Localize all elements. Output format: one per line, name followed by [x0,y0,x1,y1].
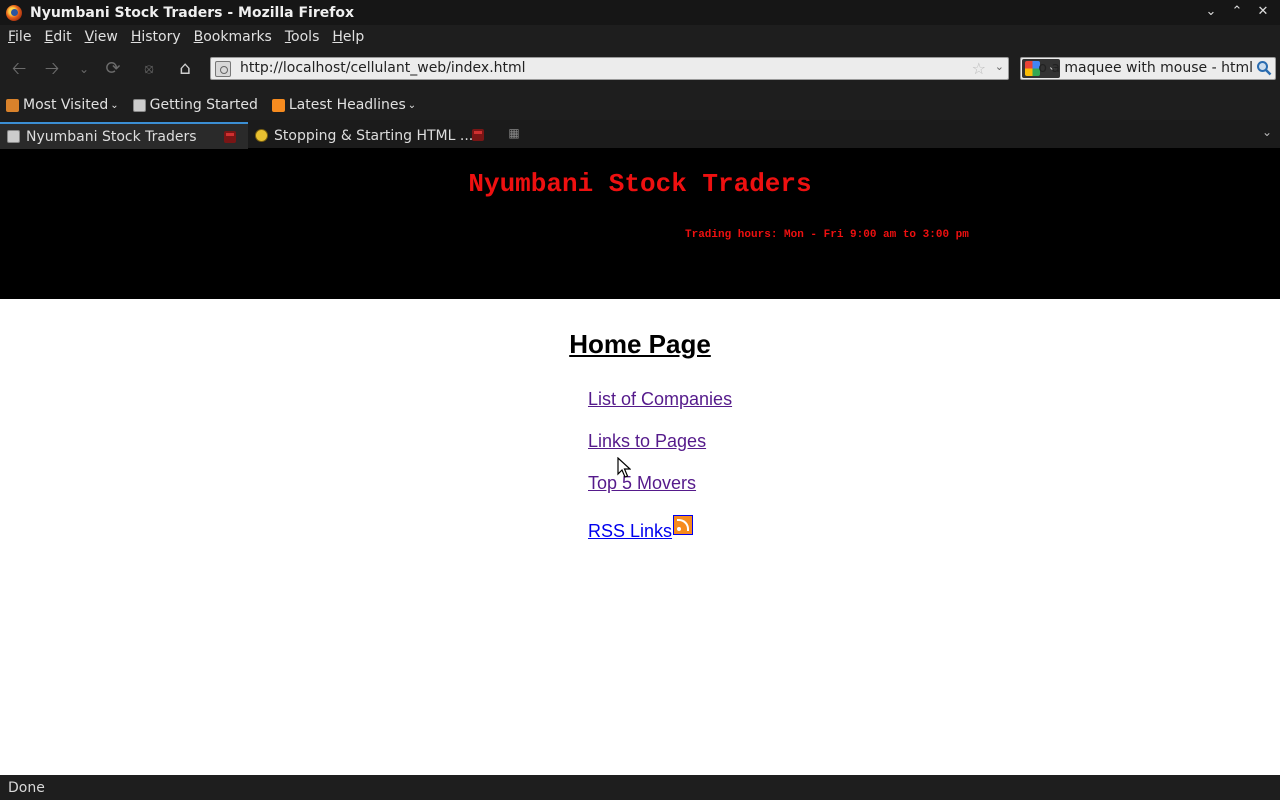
folder-rss-icon [6,98,19,112]
trading-hours-marquee: Trading hours: Mon - Fri 9:00 am to 3:00… [685,229,969,241]
menu-tools[interactable]: Tools [285,29,320,45]
history-dropdown-icon[interactable]: ⌄ [72,58,96,80]
minimize-button[interactable]: ⌄ [1198,2,1224,22]
reload-icon[interactable]: ⟳ [101,58,125,80]
tab-list-icon[interactable]: ⌄ [1262,125,1272,139]
back-icon[interactable]: 🡠 [7,58,31,80]
nav-links: List of Companies Links to Pages Top 5 M… [588,389,732,557]
bookmark-latest-headlines[interactable]: Latest Headlines ⌄ [271,97,417,113]
status-text: Done [8,779,45,796]
menu-history[interactable]: History [131,29,181,45]
chevron-down-icon: ⌄ [110,99,119,111]
tab-nyumbani-stock-traders[interactable]: Nyumbani Stock Traders [0,122,248,149]
rss-icon [271,98,285,112]
site-banner: Nyumbani Stock Traders Trading hours: Mo… [0,149,1280,299]
close-tab-icon[interactable] [472,129,484,141]
bookmark-most-visited[interactable]: Most Visited ⌄ [6,97,119,113]
tab-label: Nyumbani Stock Traders [26,128,197,145]
search-input[interactable]: o a maquee with mouse - html [1038,60,1253,76]
menu-edit[interactable]: Edit [44,29,71,45]
page-icon [7,130,20,143]
site-title: Nyumbani Stock Traders [468,169,812,199]
bookmark-star-icon[interactable]: ☆ [972,59,986,78]
home-icon[interactable]: ⌂ [173,58,197,80]
stop-icon[interactable]: ⦻ [137,58,161,80]
rss-link-label: RSS Links [588,521,673,541]
url-dropdown-icon[interactable]: ⌄ [995,60,1004,73]
bookmarks-toolbar: Most Visited ⌄ Getting Started Latest He… [0,90,1280,120]
new-tab-icon[interactable]: ▦ [508,127,520,139]
menu-file[interactable]: File [8,29,31,45]
search-bar[interactable]: ⌄ o a maquee with mouse - html [1020,57,1276,80]
menu-bar: File Edit View History Bookmarks Tools H… [0,25,1280,48]
maximize-button[interactable]: ⌃ [1224,2,1250,22]
site-favicon-icon [255,129,268,142]
status-bar: Done [0,775,1280,800]
chevron-down-icon: ⌄ [407,99,417,111]
link-rss-links[interactable]: RSS Links [588,515,732,557]
tab-label: Stopping & Starting HTML ... [274,127,474,144]
site-identity-icon[interactable] [215,61,231,77]
menu-view[interactable]: View [85,29,118,45]
link-list-of-companies[interactable]: List of Companies [588,389,732,431]
window-title: Nyumbani Stock Traders - Mozilla Firefox [30,4,354,21]
rss-icon[interactable] [673,515,694,535]
url-text[interactable]: http://localhost/cellulant_web/index.htm… [240,60,526,76]
bookmark-getting-started[interactable]: Getting Started [132,97,258,113]
menu-help[interactable]: Help [332,29,364,45]
close-tab-icon[interactable] [224,131,236,143]
tab-stopping-starting-html[interactable]: Stopping & Starting HTML ... [248,122,496,149]
page-heading: Home Page [569,329,711,359]
menu-bookmarks[interactable]: Bookmarks [194,29,272,45]
forward-icon[interactable]: 🡢 [40,58,64,80]
tab-bar: Nyumbani Stock Traders Stopping & Starti… [0,120,1280,149]
close-button[interactable]: ✕ [1250,2,1276,22]
page-icon [132,98,146,112]
link-links-to-pages[interactable]: Links to Pages [588,431,732,473]
firefox-logo-icon [6,4,22,21]
window-titlebar: Nyumbani Stock Traders - Mozilla Firefox… [0,0,1280,25]
link-top-5-movers[interactable]: Top 5 Movers [588,473,732,515]
search-icon[interactable] [1256,60,1272,76]
page-viewport: Nyumbani Stock Traders Trading hours: Mo… [0,149,1280,775]
mouse-cursor-icon [617,457,631,478]
url-bar[interactable]: http://localhost/cellulant_web/index.htm… [210,57,1009,80]
